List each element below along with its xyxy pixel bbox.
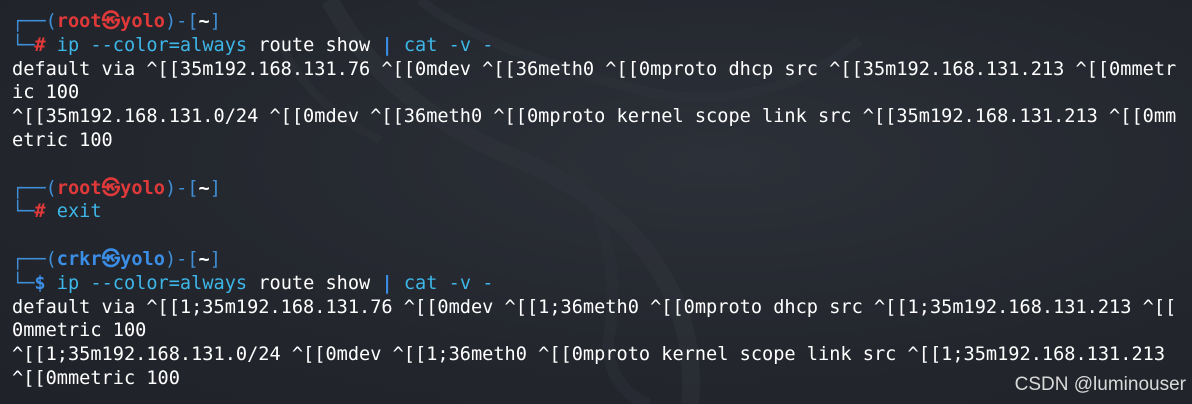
- command-args: --color=always: [79, 272, 259, 294]
- pipe-symbol: |: [370, 272, 404, 294]
- output-line: ic 100: [12, 82, 80, 104]
- prompt-frame: ┌──(: [12, 248, 57, 270]
- command-args: --color=always: [79, 34, 259, 56]
- prompt-frame: )-[: [164, 177, 199, 199]
- command-line: └─# exit: [12, 200, 1192, 224]
- prompt-line-top: ┌──(root㉿yolo)-[~]: [12, 10, 1192, 34]
- prompt-frame: )-[: [164, 11, 199, 32]
- prompt-symbol: #: [34, 34, 46, 56]
- command-subcommand: route show: [258, 272, 371, 294]
- command-subcommand: route show: [258, 34, 371, 56]
- command-name: ip: [56, 34, 80, 56]
- prompt-line-top: ┌──(root㉿yolo)-[~]: [12, 177, 1192, 201]
- prompt-user: root: [56, 11, 102, 32]
- prompt-host: yolo: [120, 177, 165, 199]
- prompt-line-top: ┌──(crkr㉿yolo)-[~]: [12, 248, 1192, 272]
- prompt-frame: └─: [12, 201, 35, 223]
- prompt-frame: ]: [209, 248, 221, 270]
- output-line: ^[[1;35m192.168.131.0/24 ^[[0mdev ^[[1;3…: [12, 344, 1166, 366]
- skull-icon: ㉿: [101, 11, 121, 32]
- prompt-frame: ┌──(: [12, 11, 57, 32]
- prompt-user: crkr: [56, 248, 102, 270]
- prompt-frame: └─: [12, 272, 35, 294]
- command-args: -v -: [437, 34, 494, 56]
- output-line: etric 100: [12, 129, 113, 151]
- terminal-window[interactable]: ┌──(root㉿yolo)-[~] └─# ip --color=always…: [0, 0, 1192, 404]
- prompt-frame: )-[: [164, 248, 199, 270]
- terminal-output[interactable]: ┌──(root㉿yolo)-[~] └─# ip --color=always…: [12, 10, 1192, 391]
- command-args: -v -: [437, 272, 494, 294]
- prompt-symbol: #: [34, 201, 46, 223]
- command-name: exit: [56, 201, 102, 223]
- prompt-host: yolo: [120, 248, 165, 270]
- command-line: └─# ip --color=always route show | cat -…: [12, 34, 1192, 58]
- prompt-frame: ]: [209, 177, 221, 199]
- prompt-path: ~: [198, 248, 210, 270]
- command-name: ip: [56, 272, 80, 294]
- command-name: cat: [403, 272, 438, 294]
- output-line: default via ^[[35m192.168.131.76 ^[[0mde…: [12, 58, 1177, 80]
- prompt-user: root: [56, 177, 102, 199]
- watermark: CSDN @luminouser: [1014, 374, 1186, 395]
- output-line: 0mmetric 100: [12, 320, 147, 342]
- prompt-symbol: $: [34, 272, 46, 294]
- output-line: default via ^[[1;35m192.168.131.76 ^[[0m…: [12, 296, 1177, 318]
- command-name: cat: [403, 34, 438, 56]
- command-line: └─$ ip --color=always route show | cat -…: [12, 272, 1192, 296]
- prompt-host: yolo: [120, 11, 165, 32]
- skull-icon: ㉿: [101, 248, 121, 270]
- prompt-frame: └─: [12, 34, 35, 56]
- skull-icon: ㉿: [101, 177, 121, 199]
- prompt-path: ~: [198, 177, 210, 199]
- prompt-path: ~: [198, 11, 210, 32]
- output-line: ^[[35m192.168.131.0/24 ^[[0mdev ^[[36met…: [12, 106, 1177, 128]
- prompt-frame: ┌──(: [12, 177, 57, 199]
- pipe-symbol: |: [370, 34, 404, 56]
- prompt-frame: ]: [209, 11, 221, 32]
